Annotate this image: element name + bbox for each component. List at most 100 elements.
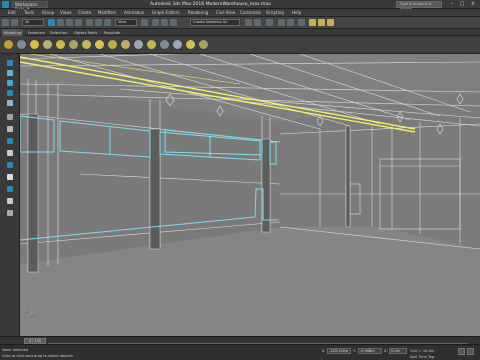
shape-icon[interactable]	[199, 40, 208, 49]
add-time-tag[interactable]: Add Time Tag	[410, 354, 434, 360]
tab-object-paint[interactable]: Object Paint	[74, 29, 97, 36]
select-by-name-icon[interactable]	[57, 19, 64, 26]
motion-panel-icon[interactable]	[7, 90, 13, 96]
geosphere-icon[interactable]	[186, 40, 195, 49]
y-coordinate-field[interactable]: -9.968m	[358, 348, 382, 354]
options-icon[interactable]	[7, 210, 13, 216]
menu-bar: Edit Tools Group Views Create Modifiers …	[0, 9, 480, 17]
selection-filter-dropdown[interactable]: All	[22, 19, 44, 26]
next-frame-icon[interactable]	[467, 348, 474, 355]
play-icon[interactable]	[458, 348, 465, 355]
cylinder-icon[interactable]	[69, 40, 78, 49]
display-panel-icon[interactable]	[7, 100, 13, 106]
menu-views[interactable]: Views	[60, 9, 72, 17]
named-selection-sets-dropdown[interactable]: Create Selection Se	[190, 19, 240, 26]
sphere-icon[interactable]	[30, 40, 39, 49]
systems-icon[interactable]	[173, 40, 182, 49]
helper-icon[interactable]	[134, 40, 143, 49]
window-title: Autodesk 3ds Max 2016 ModernWarehouse_ma…	[150, 2, 271, 7]
pivot-icon[interactable]	[141, 19, 148, 26]
systems-panel-icon[interactable]	[7, 198, 13, 204]
prompt-line: Click or click-and-drag to select object…	[2, 354, 73, 358]
cameras-icon[interactable]	[7, 162, 13, 168]
render-setup-icon[interactable]	[309, 19, 316, 26]
menu-edit[interactable]: Edit	[8, 9, 16, 17]
reference-coordinate-dropdown[interactable]: View	[115, 19, 137, 26]
mirror-icon[interactable]	[245, 19, 252, 26]
z-label: Z:	[384, 349, 388, 353]
helpers-icon[interactable]	[7, 174, 13, 180]
undo-icon[interactable]	[2, 19, 9, 26]
spacewarp-icon[interactable]	[160, 40, 169, 49]
menu-customize[interactable]: Customize	[240, 9, 261, 17]
maximize-button[interactable]: □	[458, 1, 466, 8]
menu-modifiers[interactable]: Modifiers	[98, 9, 116, 17]
menu-civil-view[interactable]: Civil View	[216, 9, 235, 17]
select-object-icon[interactable]	[48, 19, 55, 26]
x-coordinate-field[interactable]: -103.134m	[327, 348, 351, 354]
cone-icon[interactable]	[95, 40, 104, 49]
title-bar: Workspace: Default Autodesk 3ds Max 2016…	[0, 0, 480, 12]
hierarchy-panel-icon[interactable]	[7, 80, 13, 86]
x-label: X:	[322, 349, 326, 353]
paint-icon[interactable]	[7, 126, 13, 132]
close-button[interactable]: ×	[469, 1, 477, 8]
rect-selection-icon[interactable]	[66, 19, 73, 26]
tab-selection[interactable]: Selection	[50, 29, 68, 36]
angle-snap-icon[interactable]	[161, 19, 168, 26]
ribbon-tabs: Modeling Freeform Selection Object Paint…	[0, 29, 480, 36]
z-coordinate-field[interactable]: 0.0m	[389, 348, 407, 354]
rendered-frame-icon[interactable]	[318, 19, 325, 26]
space-warps-icon[interactable]	[7, 186, 13, 192]
create-panel-icon[interactable]	[7, 60, 13, 66]
tab-modeling[interactable]: Modeling	[2, 29, 24, 36]
menu-help[interactable]: Help	[292, 9, 301, 17]
secondary-toolbar	[0, 36, 480, 54]
window-crossing-icon[interactable]	[75, 19, 82, 26]
menu-tools[interactable]: Tools	[24, 9, 34, 17]
menu-group[interactable]: Group	[42, 9, 54, 17]
lights-icon[interactable]	[7, 150, 13, 156]
percent-snap-icon[interactable]	[170, 19, 177, 26]
search-input[interactable]: Type a keyword or phrase	[396, 1, 442, 11]
menu-graph-editors[interactable]: Graph Editors	[152, 9, 179, 17]
material-editor-icon[interactable]	[298, 19, 305, 26]
y-label: Y:	[353, 349, 356, 353]
snap-icon[interactable]	[152, 19, 159, 26]
teapot-icon[interactable]	[43, 40, 52, 49]
curve-editor-icon[interactable]	[278, 19, 285, 26]
camera-icon[interactable]	[17, 40, 26, 49]
menu-create[interactable]: Create	[78, 9, 91, 17]
plane-icon[interactable]	[121, 40, 130, 49]
torus-icon[interactable]	[82, 40, 91, 49]
time-slider-bar: 0 / 100	[0, 336, 480, 344]
align-icon[interactable]	[254, 19, 261, 26]
utilities-panel-icon[interactable]	[7, 114, 13, 120]
tab-freeform[interactable]: Freeform	[28, 29, 45, 36]
layer-explorer-icon[interactable]	[266, 19, 273, 26]
selection-count: None Selected	[2, 348, 29, 352]
menu-animation[interactable]: Animation	[124, 9, 144, 17]
menu-rendering[interactable]: Rendering	[188, 9, 208, 17]
rotate-icon[interactable]	[95, 19, 102, 26]
tube-icon[interactable]	[108, 40, 117, 49]
command-panel	[0, 54, 20, 336]
pyramid-icon[interactable]	[147, 40, 156, 49]
shapes-icon[interactable]	[7, 138, 13, 144]
scale-icon[interactable]	[104, 19, 111, 26]
perspective-viewport[interactable]	[20, 54, 480, 336]
workspace-dropdown[interactable]: Workspace: Default	[12, 1, 48, 12]
modify-panel-icon[interactable]	[7, 70, 13, 76]
redo-icon[interactable]	[11, 19, 18, 26]
render-icon[interactable]	[327, 19, 334, 26]
menu-scripting[interactable]: Scripting	[266, 9, 284, 17]
tab-populate[interactable]: Populate	[104, 29, 121, 36]
status-bar: None Selected Click or click-and-drag to…	[0, 344, 480, 360]
app-menu-icon[interactable]	[2, 1, 9, 8]
box-icon[interactable]	[56, 40, 65, 49]
minimize-button[interactable]: –	[448, 1, 456, 8]
schematic-view-icon[interactable]	[287, 19, 294, 26]
main-toolbar: All View Create Selection Se	[0, 17, 480, 29]
light-icon[interactable]	[4, 40, 13, 49]
move-icon[interactable]	[86, 19, 93, 26]
